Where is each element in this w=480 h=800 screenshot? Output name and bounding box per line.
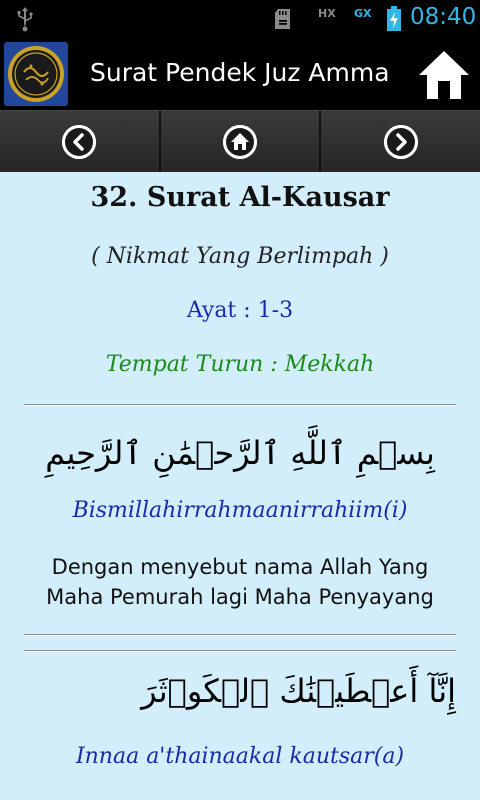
divider	[24, 634, 456, 636]
home-icon	[419, 51, 469, 99]
translation-line: Dengan menyebut nama Allah Yang	[51, 555, 429, 579]
chevron-left-icon	[62, 124, 97, 159]
surah-content[interactable]: 32. Surat Al-Kausar ( Nikmat Yang Berlim…	[0, 172, 480, 800]
verse-arabic: بِسۡمِ ٱللَّهِ ٱلرَّحۡمَٰنِ ٱلرَّحِيمِ	[45, 434, 435, 472]
verse-transliteration: Bismillahirrahmaanirrahiim(i)	[72, 498, 408, 523]
battery-charging-icon	[387, 6, 401, 31]
usb-icon	[17, 7, 33, 32]
ayat-range: Ayat : 1-3	[186, 298, 294, 323]
gx-icon: GX	[354, 7, 372, 20]
quran-logo-icon	[4, 42, 68, 106]
divider	[24, 404, 456, 406]
divider	[24, 650, 456, 652]
status-time: 08:40	[410, 4, 477, 30]
sd-card-icon	[275, 9, 290, 29]
status-bar: HX GX 08:40	[0, 0, 480, 38]
verse-translation: Dengan menyebut nama Allah Yang Maha Pem…	[20, 552, 460, 612]
previous-button[interactable]	[0, 111, 161, 172]
verse-transliteration: Innaa a'thainaakal kautsar(a)	[75, 744, 405, 769]
next-button[interactable]	[321, 111, 480, 172]
surah-meaning: ( Nikmat Yang Berlimpah )	[91, 244, 389, 269]
app-bar: Surat Pendek Juz Amma	[0, 38, 480, 110]
verse-arabic: إِنَّآ أَعۡطَيۡنَٰكَ ٱلۡكَوۡثَرَ	[141, 672, 456, 710]
home-button[interactable]	[416, 48, 472, 102]
chevron-right-icon	[383, 124, 418, 159]
app-title: Surat Pendek Juz Amma	[90, 58, 390, 87]
home-icon	[223, 124, 257, 159]
nav-home-button[interactable]	[160, 111, 322, 172]
place-of-revelation: Tempat Turun : Mekkah	[105, 352, 375, 377]
surah-title: 32. Surat Al-Kausar	[90, 182, 390, 213]
translation-line: Maha Pemurah lagi Maha Penyayang	[46, 585, 434, 609]
hx-icon: HX	[318, 7, 336, 20]
nav-bar	[0, 110, 480, 172]
